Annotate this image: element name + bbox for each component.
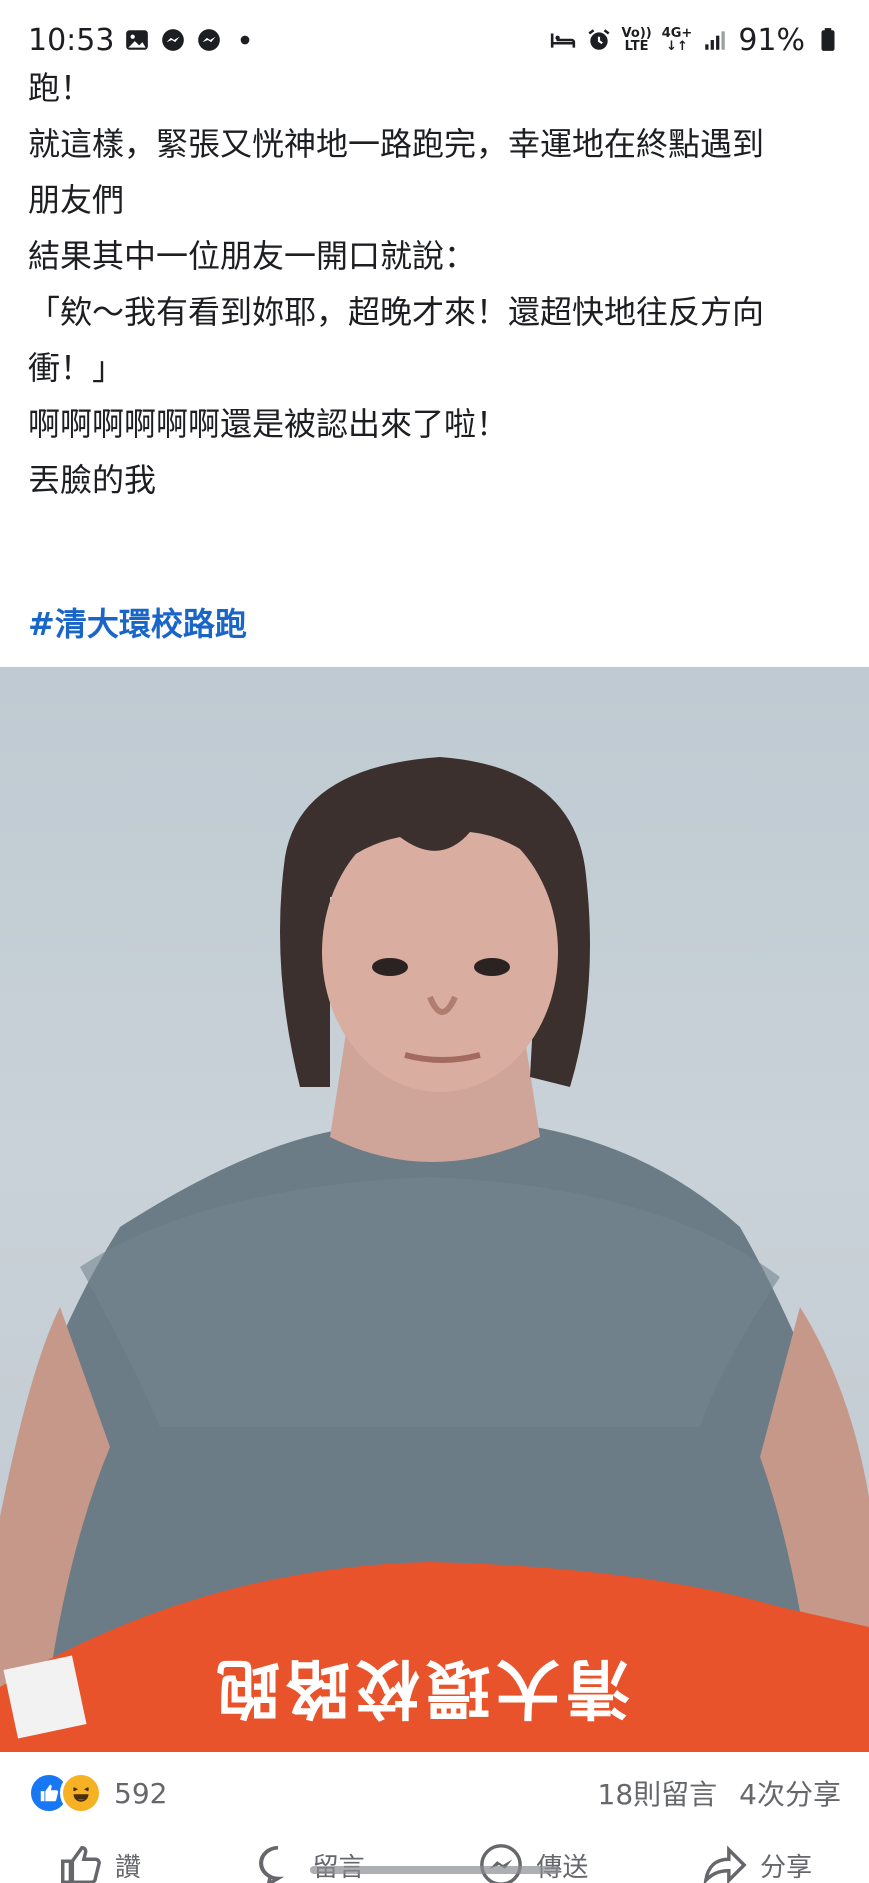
volte-bottom-text: LTE: [624, 39, 649, 54]
reaction-summary[interactable]: 592: [28, 1772, 167, 1814]
post-line: 朋友們: [28, 181, 125, 219]
status-bar-right: Vo)) LTE 4G+ ↓↑ 91%: [550, 23, 841, 58]
battery-icon: [821, 28, 835, 51]
gesture-home-bar[interactable]: [310, 1866, 560, 1874]
post-body-text: 跑！ 就這樣，緊張又恍神地一路跑完，幸運地在終點遇到 朋友們 結果其中一位朋友一…: [28, 60, 848, 508]
hashtag-link[interactable]: #清大環校路跑: [28, 596, 247, 652]
bed-icon: [550, 33, 575, 48]
selfie-illustration: [0, 757, 869, 1752]
status-time: 10:53: [28, 22, 115, 58]
signal-icon: [705, 31, 726, 50]
alarm-icon: [588, 29, 610, 50]
engagement-stats: 18則留言 4次分享: [598, 1773, 841, 1813]
post-line: 結果其中一位朋友一開口就說：: [28, 237, 477, 275]
post-photo[interactable]: 清大環校路跑: [0, 667, 869, 1752]
send-button[interactable]: 傳送: [478, 1834, 588, 1883]
share-count-link[interactable]: 4次分享: [739, 1773, 841, 1813]
volte-indicator: Vo)) LTE: [622, 27, 652, 53]
like-label: 讚: [114, 1852, 141, 1883]
post-line: 啊啊啊啊啊啊還是被認出來了啦！: [28, 405, 509, 443]
gallery-icon: [126, 30, 149, 50]
send-label: 傳送: [536, 1852, 589, 1883]
comment-label: 留言: [313, 1847, 365, 1883]
comment-count-link[interactable]: 18則留言: [598, 1773, 718, 1813]
comment-button[interactable]: 留言: [255, 1834, 365, 1883]
share-label: 分享: [760, 1852, 813, 1883]
post-line: 就這樣，緊張又恍神地一路跑完，幸運地在終點遇到: [28, 125, 765, 163]
reaction-count: 592: [114, 1776, 168, 1810]
haha-icon: [60, 1772, 102, 1814]
reactions-bar: 592 18則留言 4次分享: [0, 1752, 869, 1834]
share-arrow-icon: [703, 1845, 747, 1883]
network-indicator: 4G+ ↓↑: [662, 27, 693, 53]
post-line: 衝！」: [28, 349, 125, 387]
dot-icon: [241, 35, 250, 45]
post-line: 丟臉的我: [28, 461, 157, 499]
thumbs-up-icon: [60, 1846, 101, 1883]
bib-text: 清大環校路跑: [210, 1650, 630, 1724]
like-button[interactable]: 讚: [57, 1834, 141, 1883]
post-line: 跑！: [28, 69, 93, 107]
comment-bubble-icon: [258, 1846, 284, 1883]
post-actions-bar: 讚 留言 傳送 分享: [0, 1834, 869, 1883]
data-arrows-icon: ↓↑: [666, 39, 688, 54]
messenger-icon: [162, 29, 185, 51]
share-button[interactable]: 分享: [702, 1834, 812, 1883]
messenger-send-icon: [480, 1844, 523, 1883]
battery-percent: 91%: [738, 22, 805, 58]
messenger-icon: [198, 29, 221, 51]
post-line: 「欸～我有看到妳耶，超晚才來！還超快地往反方向: [28, 293, 765, 331]
status-bar-left: 10:53: [28, 23, 258, 58]
